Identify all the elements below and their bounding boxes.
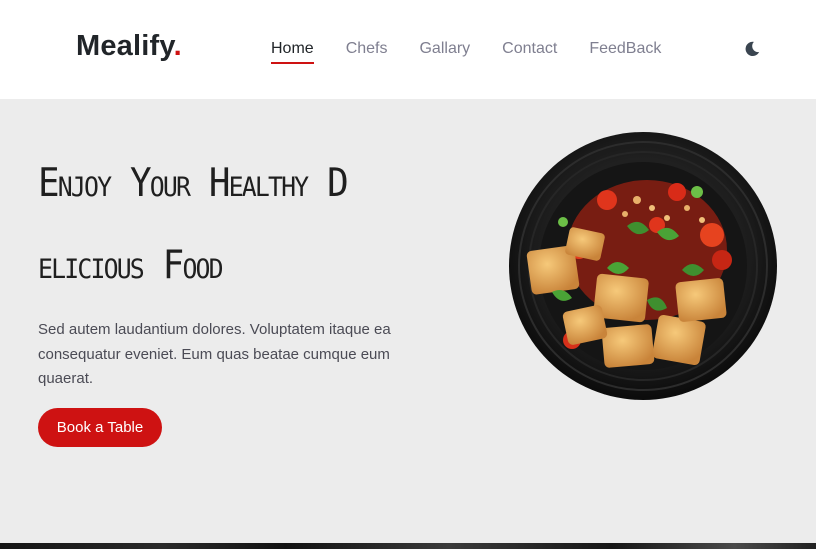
nav-item-chefs[interactable]: Chefs [346,40,388,64]
hero-section: Enjoy Your Healthy D elicious Food Sed a… [0,99,816,543]
nav-item-gallary[interactable]: Gallary [419,40,470,64]
brand-name: Mealify [76,30,174,62]
nav-item-contact[interactable]: Contact [502,40,557,64]
book-a-table-button[interactable]: Book a Table [38,408,162,447]
brand-logo[interactable]: Mealify. [76,30,182,63]
nav-item-feedback[interactable]: FeedBack [589,40,661,64]
hero-title: Enjoy Your Healthy D elicious Food [38,143,369,307]
site-header: Mealify. Home Chefs Gallary Contact Feed… [0,0,816,99]
brand-dot: . [173,30,182,62]
hero-title-line-2: elicious Food [38,243,224,288]
nav-item-home[interactable]: Home [271,40,314,64]
next-section-edge [0,543,816,549]
moon-icon[interactable] [743,40,761,58]
hero-description: Sed autem laudantium dolores. Voluptatem… [38,321,391,387]
hero-title-line-1: Enjoy Your Healthy D [38,161,349,206]
main-nav: Home Chefs Gallary Contact FeedBack [271,40,693,64]
food-dish-image [509,132,777,400]
